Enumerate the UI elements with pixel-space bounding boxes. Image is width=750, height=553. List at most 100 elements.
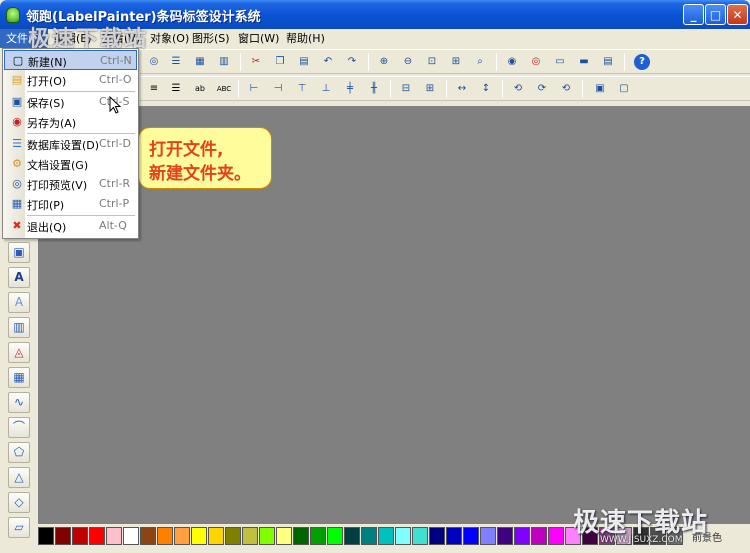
color-swatch[interactable] — [106, 527, 122, 545]
color-swatch[interactable] — [480, 527, 496, 545]
group-icon[interactable]: ▣ — [592, 81, 608, 97]
align-bottom-icon[interactable]: ⊥ — [318, 81, 334, 97]
zoom-fit-icon[interactable]: ⊡ — [424, 54, 440, 70]
color-swatch[interactable] — [378, 527, 394, 545]
menu-help[interactable]: 帮助(H) — [280, 29, 328, 48]
print-preview-icon[interactable]: ◎ — [146, 54, 162, 70]
rotate-270-icon[interactable]: ⟲ — [558, 81, 574, 97]
menu-item-print[interactable]: ▦ 打印(P) Ctrl-P — [4, 194, 137, 214]
hide-icon[interactable]: ◎ — [528, 54, 544, 70]
menu-item-exit[interactable]: ✖ 退出(Q) Alt-Q — [4, 216, 137, 236]
menu-item-save-as[interactable]: ◉ 另存为(A) — [4, 112, 137, 132]
qrcode-tool-icon[interactable]: ▦ — [8, 367, 30, 388]
properties-icon[interactable]: ▤ — [600, 54, 616, 70]
undo-icon[interactable]: ↶ — [320, 54, 336, 70]
align-right-icon[interactable]: ⊣ — [270, 81, 286, 97]
show-icon[interactable]: ◉ — [504, 54, 520, 70]
arc-text-tool-icon[interactable]: ◬ — [8, 342, 30, 363]
align-justify-text-icon[interactable]: ☰ — [168, 81, 184, 97]
color-swatch[interactable] — [497, 527, 513, 545]
color-swatch[interactable] — [412, 527, 428, 545]
color-swatch[interactable] — [531, 527, 547, 545]
center-vertical-icon[interactable]: ╫ — [366, 81, 382, 97]
image-tool-icon[interactable]: ▣ — [8, 242, 30, 263]
zoom-page-icon[interactable]: ⊞ — [448, 54, 464, 70]
same-width-icon[interactable]: ↔ — [454, 81, 470, 97]
color-swatch[interactable] — [361, 527, 377, 545]
minimize-button[interactable]: _ — [683, 4, 704, 25]
color-swatch[interactable] — [208, 527, 224, 545]
copy-icon[interactable]: ❐ — [272, 54, 288, 70]
menu-item-print-preview[interactable]: ◎ 打印预览(V) Ctrl-R — [4, 174, 137, 194]
color-swatch[interactable] — [191, 527, 207, 545]
align-top-icon[interactable]: ⊤ — [294, 81, 310, 97]
color-swatch[interactable] — [344, 527, 360, 545]
diamond-tool-icon[interactable]: ◇ — [8, 492, 30, 513]
color-swatch[interactable] — [446, 527, 462, 545]
color-swatch[interactable] — [72, 527, 88, 545]
redo-icon[interactable]: ↷ — [344, 54, 360, 70]
menu-object[interactable]: 对象(O) — [144, 29, 189, 48]
color-swatch[interactable] — [123, 527, 139, 545]
color-swatch[interactable] — [38, 527, 54, 545]
center-horizontal-icon[interactable]: ╪ — [342, 81, 358, 97]
color-swatch[interactable] — [514, 527, 530, 545]
text-spacing-icon[interactable]: ab — [192, 81, 208, 97]
color-swatch[interactable] — [174, 527, 190, 545]
toolbar-separator — [582, 80, 583, 98]
curve-tool-icon[interactable]: ∿ — [8, 392, 30, 413]
gear-icon: ⚙ — [12, 157, 22, 170]
zoom-select-icon[interactable]: ⌕ — [472, 54, 488, 70]
layer-up-icon[interactable]: ▭ — [552, 54, 568, 70]
align-left-icon[interactable]: ⊢ — [246, 81, 262, 97]
polygon-tool-icon[interactable]: ⬠ — [8, 442, 30, 463]
rotate-90-icon[interactable]: ⟲ — [510, 81, 526, 97]
menu-shape[interactable]: 图形(S) — [186, 29, 232, 48]
help-icon[interactable]: ? — [634, 54, 650, 70]
distribute-v-icon[interactable]: ⊞ — [422, 81, 438, 97]
menu-item-open[interactable]: ▤ 打开(O) Ctrl-O — [4, 70, 137, 90]
paste-icon[interactable]: ▤ — [296, 54, 312, 70]
color-swatch[interactable] — [276, 527, 292, 545]
triangle-tool-icon[interactable]: △ — [8, 467, 30, 488]
zoom-out-icon[interactable]: ⊖ — [400, 54, 416, 70]
same-height-icon[interactable]: ↕ — [478, 81, 494, 97]
color-swatch[interactable] — [293, 527, 309, 545]
color-swatch[interactable] — [327, 527, 343, 545]
color-swatch[interactable] — [259, 527, 275, 545]
menu-item-new[interactable]: ▢ 新建(N) Ctrl-N — [4, 50, 137, 70]
color-swatch[interactable] — [429, 527, 445, 545]
calculator-icon[interactable]: ▥ — [216, 54, 232, 70]
parallelogram-tool-icon[interactable]: ▱ — [8, 517, 30, 538]
color-swatch[interactable] — [55, 527, 71, 545]
text-abc-icon[interactable]: ABC — [214, 81, 234, 97]
color-swatch[interactable] — [463, 527, 479, 545]
ungroup-icon[interactable]: ▢ — [616, 81, 632, 97]
cut-icon[interactable]: ✂ — [248, 54, 264, 70]
barcode-tool-icon[interactable]: ▥ — [8, 317, 30, 338]
menu-item-database-settings[interactable]: ☰ 数据库设置(D) Ctrl-D — [4, 134, 137, 154]
distribute-h-icon[interactable]: ⊟ — [398, 81, 414, 97]
arc-tool-icon[interactable]: ⌒ — [8, 417, 30, 438]
grid-icon[interactable]: ▦ — [192, 54, 208, 70]
rotate-180-icon[interactable]: ⟳ — [534, 81, 550, 97]
color-swatch[interactable] — [225, 527, 241, 545]
database-icon[interactable]: ☰ — [168, 54, 184, 70]
align-center-text-icon[interactable]: ≡ — [146, 81, 162, 97]
color-swatch[interactable] — [310, 527, 326, 545]
color-swatch[interactable] — [548, 527, 564, 545]
text-tool-icon[interactable]: A — [8, 267, 30, 288]
zoom-in-icon[interactable]: ⊕ — [376, 54, 392, 70]
color-swatch[interactable] — [89, 527, 105, 545]
outline-text-tool-icon[interactable]: A — [8, 292, 30, 313]
color-swatch[interactable] — [157, 527, 173, 545]
color-swatch[interactable] — [242, 527, 258, 545]
layer-down-icon[interactable]: ▬ — [576, 54, 592, 70]
open-folder-icon: ▤ — [11, 73, 23, 86]
maximize-button[interactable]: □ — [705, 4, 726, 25]
color-swatch[interactable] — [395, 527, 411, 545]
menu-item-document-settings[interactable]: ⚙ 文档设置(G) — [4, 154, 137, 174]
menu-window[interactable]: 窗口(W) — [232, 29, 280, 48]
color-swatch[interactable] — [140, 527, 156, 545]
close-button[interactable]: ✕ — [727, 4, 748, 25]
